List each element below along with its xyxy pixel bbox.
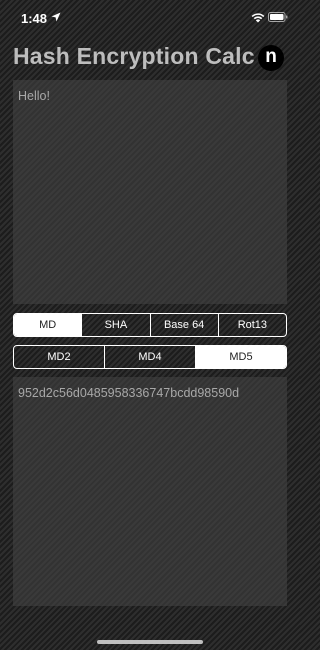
status-time: 1:48 — [21, 11, 48, 26]
segment-md4[interactable]: MD4 — [105, 346, 196, 368]
segment-md5[interactable]: MD5 — [196, 346, 286, 368]
app-title: Hash Encryption Calc — [13, 43, 255, 69]
segment-base64[interactable]: Base 64 — [151, 314, 219, 336]
segment-md[interactable]: MD — [14, 314, 83, 336]
segment-sha[interactable]: SHA — [82, 314, 151, 336]
wifi-icon — [251, 13, 265, 23]
category-segmented-control: MD SHA Base 64 Rot13 — [13, 313, 287, 337]
input-text-area[interactable]: Hello! — [13, 80, 287, 304]
battery-icon — [268, 12, 288, 22]
status-bar: 1:48 — [0, 0, 300, 36]
output-hash-text: 952d2c56d0485958336747bcdd98590d — [18, 386, 240, 400]
segment-md2[interactable]: MD2 — [14, 346, 105, 368]
input-text: Hello! — [18, 89, 50, 103]
output-text-area[interactable]: 952d2c56d0485958336747bcdd98590d — [13, 377, 287, 606]
segment-rot13[interactable]: Rot13 — [219, 314, 286, 336]
app-logo[interactable]: n — [258, 45, 284, 71]
location-arrow-icon — [51, 12, 61, 22]
home-indicator[interactable] — [97, 640, 203, 644]
algorithm-segmented-control: MD2 MD4 MD5 — [13, 345, 287, 369]
